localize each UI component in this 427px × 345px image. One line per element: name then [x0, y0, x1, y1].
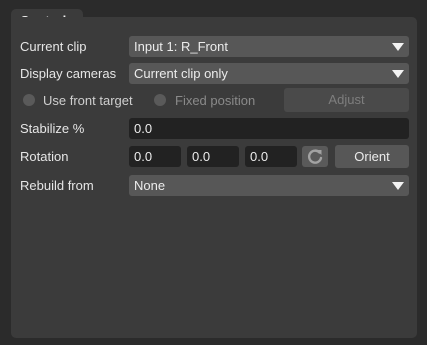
fixed-position-radio[interactable]: [154, 94, 166, 106]
display-cameras-label: Display cameras: [20, 66, 117, 81]
stabilize-value: 0.0: [134, 121, 153, 136]
rotation-z-value: 0.0: [250, 149, 269, 164]
rotation-x-value: 0.0: [134, 149, 153, 164]
fixed-position-label: Fixed position: [175, 93, 256, 108]
current-clip-dropdown[interactable]: Input 1: R_Front: [129, 36, 409, 57]
use-front-target-radio[interactable]: [23, 94, 35, 106]
rebuild-from-label: Rebuild from: [20, 178, 94, 193]
chevron-down-icon: [392, 182, 404, 190]
rebuild-from-dropdown[interactable]: None: [129, 175, 409, 196]
rotation-z-field[interactable]: 0.0: [245, 146, 297, 167]
rotation-x-field[interactable]: 0.0: [129, 146, 181, 167]
current-clip-value: Input 1: R_Front: [134, 39, 228, 54]
rotation-y-field[interactable]: 0.0: [187, 146, 239, 167]
reset-rotation-button[interactable]: [302, 146, 328, 167]
stabilize-field[interactable]: 0.0: [129, 118, 409, 139]
rotation-y-value: 0.0: [192, 149, 211, 164]
rebuild-from-value: None: [134, 178, 166, 193]
use-front-target-label: Use front target: [43, 93, 133, 108]
refresh-icon: [307, 149, 323, 164]
chevron-down-icon: [392, 43, 404, 51]
display-cameras-dropdown[interactable]: Current clip only: [129, 63, 409, 84]
stabilize-label: Stabilize %: [20, 121, 85, 136]
adjust-button[interactable]: Adjust: [284, 88, 409, 112]
current-clip-label: Current clip: [20, 39, 87, 54]
rotation-label: Rotation: [20, 149, 69, 164]
chevron-down-icon: [392, 70, 404, 78]
display-cameras-value: Current clip only: [134, 66, 228, 81]
orient-button[interactable]: Orient: [335, 145, 409, 168]
